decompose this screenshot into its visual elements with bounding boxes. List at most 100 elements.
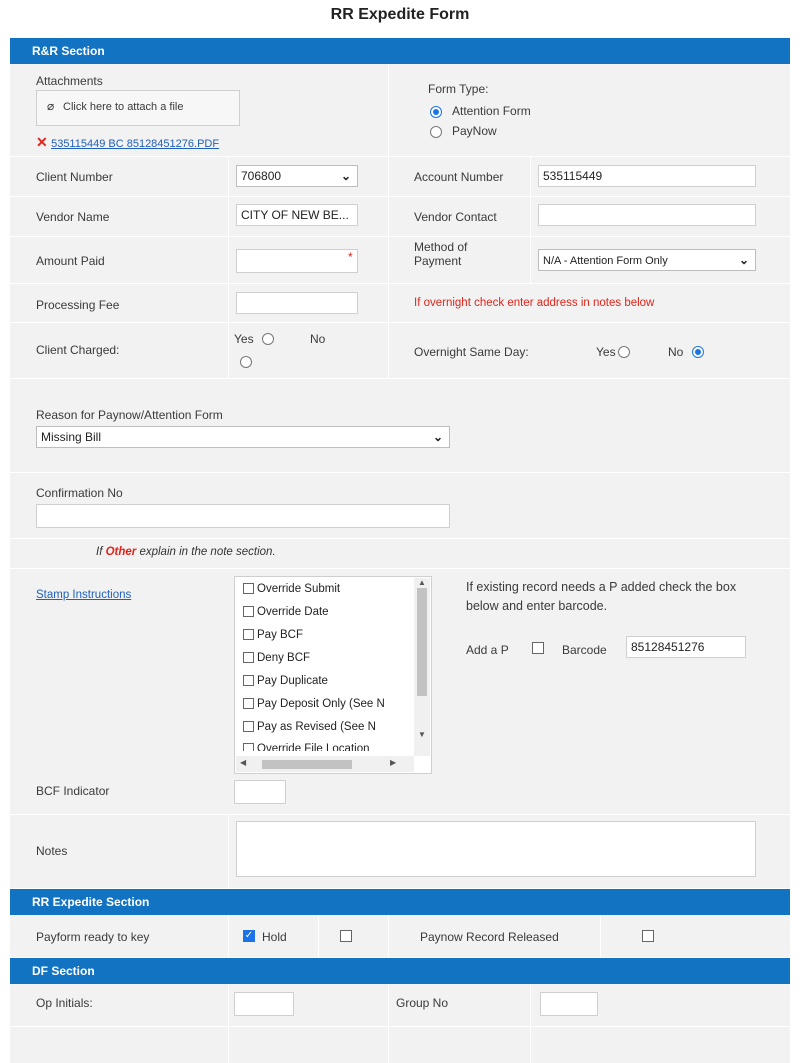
checkbox[interactable] — [243, 583, 254, 594]
method-of-payment-label: Method of Payment — [414, 240, 468, 268]
client-charged-label: Client Charged: — [36, 343, 120, 357]
reason-select[interactable]: Missing Bill ⌄ — [36, 426, 450, 448]
form-type-attention-radio[interactable] — [430, 106, 442, 118]
list-item-label: Override File Location — [257, 743, 370, 751]
scrollbar-thumb[interactable] — [417, 588, 427, 696]
remove-file-icon[interactable]: ✕ — [36, 134, 48, 150]
list-item[interactable]: Pay as Revised (See N — [243, 721, 407, 733]
scroll-right-icon[interactable]: ▶ — [390, 758, 396, 767]
required-mark: * — [348, 250, 353, 264]
list-item[interactable]: Override File Location — [243, 743, 407, 751]
row-divider — [10, 283, 790, 284]
bcf-indicator-input[interactable] — [234, 780, 286, 804]
row-divider — [10, 568, 790, 569]
checkbox[interactable] — [243, 675, 254, 686]
column-divider — [388, 984, 389, 1063]
checkbox[interactable] — [243, 721, 254, 732]
checkbox[interactable] — [243, 606, 254, 617]
add-p-checkbox[interactable] — [532, 642, 544, 654]
row-divider — [10, 156, 790, 157]
overnight-same-day-label: Overnight Same Day: — [414, 345, 529, 359]
client-charged-no-radio[interactable] — [240, 356, 252, 368]
form-type-paynow-radio[interactable] — [430, 126, 442, 138]
vendor-contact-input[interactable] — [538, 204, 756, 226]
list-item[interactable]: Override Date — [243, 606, 329, 618]
overnight-note: If overnight check enter address in note… — [414, 297, 655, 309]
client-number-select[interactable]: 706800 ⌄ — [236, 165, 358, 187]
client-number-value: 706800 — [241, 169, 282, 183]
processing-fee-label: Processing Fee — [36, 298, 120, 312]
stamp-options-listbox[interactable]: Override Submit Override Date Pay BCF De… — [234, 576, 432, 774]
checkbox[interactable] — [243, 743, 254, 751]
client-charged-no-label: No — [310, 332, 326, 346]
op-initials-input[interactable] — [234, 992, 294, 1016]
amount-paid-label: Amount Paid — [36, 254, 105, 268]
column-divider — [318, 915, 319, 957]
payform-ready-checkbox[interactable] — [340, 930, 352, 942]
column-divider — [228, 814, 229, 888]
chevron-down-icon: ⌄ — [738, 253, 749, 267]
notes-textarea[interactable] — [236, 821, 756, 877]
vertical-scrollbar[interactable]: ▲ ▼ — [414, 578, 430, 756]
reason-value: Missing Bill — [41, 430, 102, 444]
list-item-label: Pay Deposit Only (See N — [257, 698, 385, 710]
column-divider — [228, 156, 229, 378]
list-item-label: Override Submit — [257, 583, 341, 595]
hold-label: Hold — [262, 930, 287, 944]
scrollbar-thumb[interactable] — [262, 760, 352, 769]
row-divider — [10, 538, 790, 539]
amount-paid-input[interactable] — [236, 249, 358, 273]
confirmation-no-input[interactable] — [36, 504, 450, 528]
list-item[interactable]: Pay Duplicate — [243, 675, 328, 687]
row-divider — [10, 196, 790, 197]
form-type-attention-label: Attention Form — [452, 104, 531, 118]
processing-fee-input[interactable] — [236, 292, 358, 314]
confirmation-no-label: Confirmation No — [36, 486, 123, 500]
list-item[interactable]: Deny BCF — [243, 652, 310, 664]
other-note-suffix: explain in the note section. — [136, 546, 276, 558]
row-divider — [10, 236, 790, 237]
overnight-yes-radio[interactable] — [618, 346, 630, 358]
payform-ready-label: Payform ready to key — [36, 930, 150, 944]
horizontal-scrollbar[interactable]: ◀ ▶ — [236, 756, 414, 772]
checkbox[interactable] — [243, 698, 254, 709]
list-item-label: Pay Duplicate — [257, 675, 328, 687]
row-divider — [10, 378, 790, 379]
barcode-input[interactable]: 85128451276 — [626, 636, 746, 658]
other-note-highlight: Other — [105, 546, 137, 558]
client-charged-yes-label: Yes — [234, 332, 254, 346]
list-item[interactable]: Override Submit — [243, 583, 340, 595]
column-divider — [228, 984, 229, 1063]
checkbox[interactable] — [243, 629, 254, 640]
attach-file-button[interactable]: ⌀ Click here to attach a file — [36, 90, 240, 126]
paynow-released-checkbox[interactable] — [642, 930, 654, 942]
hold-checkbox[interactable]: ✓ — [243, 930, 255, 942]
attached-file-link[interactable]: 535115449 BC 85128451276.PDF — [51, 138, 219, 150]
attach-file-label: Click here to attach a file — [63, 101, 184, 113]
chevron-down-icon: ⌄ — [432, 430, 443, 444]
add-p-label: Add a P — [466, 643, 509, 657]
column-divider — [600, 915, 601, 957]
vendor-name-input[interactable]: CITY OF NEW BE... — [236, 204, 358, 226]
other-note: If Other explain in the note section. — [96, 546, 276, 558]
method-of-payment-select[interactable]: N/A - Attention Form Only ⌄ — [538, 249, 756, 271]
group-no-input[interactable] — [540, 992, 598, 1016]
overnight-no-radio[interactable] — [692, 346, 704, 358]
chevron-down-icon: ⌄ — [340, 169, 351, 183]
list-item[interactable]: Pay Deposit Only (See N — [243, 698, 407, 710]
scroll-up-icon[interactable]: ▲ — [418, 578, 426, 587]
list-item[interactable]: Pay BCF — [243, 629, 303, 641]
vendor-name-label: Vendor Name — [36, 210, 110, 224]
checkbox[interactable] — [243, 652, 254, 663]
other-note-prefix: If — [96, 546, 106, 558]
attached-file: ✕ 535115449 BC 85128451276.PDF — [36, 134, 219, 151]
rr-section-header: R&R Section — [10, 38, 790, 64]
client-number-label: Client Number — [36, 170, 113, 184]
scroll-down-icon[interactable]: ▼ — [418, 730, 426, 739]
account-number-input[interactable]: 535115449 — [538, 165, 756, 187]
stamp-instructions-link[interactable]: Stamp Instructions — [36, 589, 131, 601]
scroll-left-icon[interactable]: ◀ — [240, 758, 246, 767]
column-divider — [228, 915, 229, 957]
client-charged-yes-radio[interactable] — [262, 333, 274, 345]
method-of-payment-value: N/A - Attention Form Only — [543, 255, 668, 267]
